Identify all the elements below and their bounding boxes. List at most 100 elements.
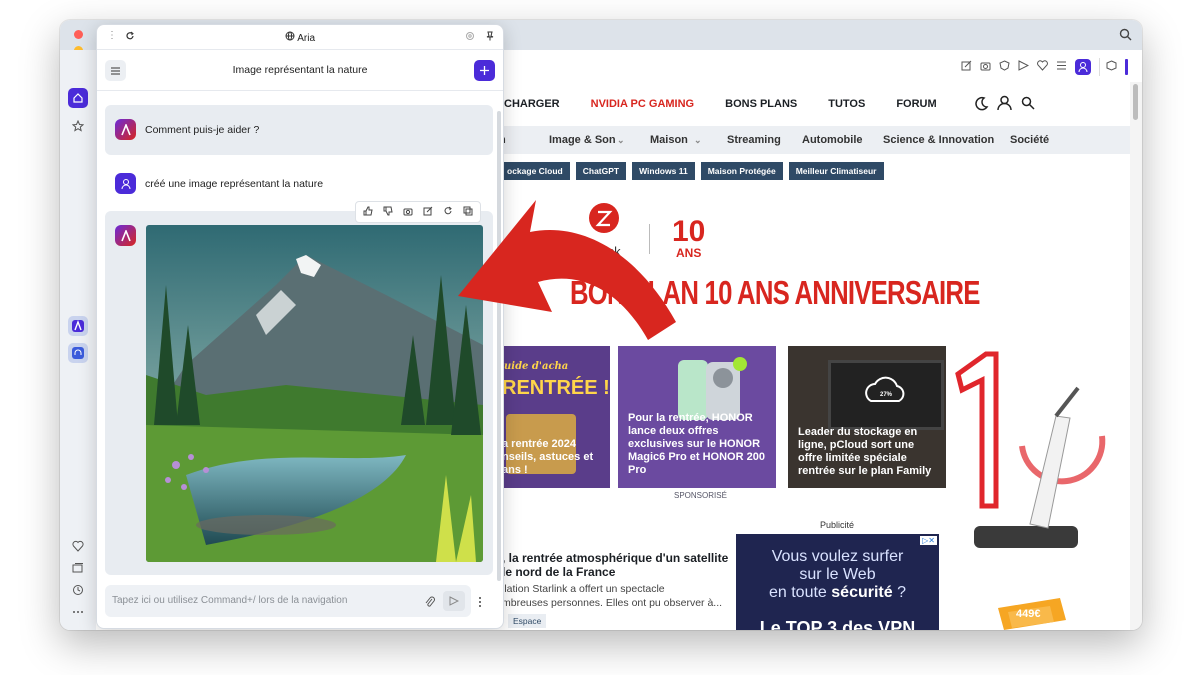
ad-line-1: Vous voulez surfer [771, 548, 904, 565]
chat-input[interactable]: Tapez ici ou utilisez Command+/ lors de … [105, 585, 471, 617]
roborock-brand-text: roborock [570, 244, 621, 259]
ten-number: 10 [672, 215, 706, 248]
globe-icon [285, 31, 295, 44]
nav2-item-image-son[interactable]: Image & Son [549, 134, 616, 146]
address-bar-area [500, 50, 1142, 83]
nav2-item-maison[interactable]: Maison [650, 134, 688, 146]
camera-icon[interactable] [403, 203, 413, 221]
generated-nature-image[interactable] [146, 225, 483, 562]
article-card-pcloud[interactable]: 27% Leader du stockage en ligne, pCloud … [788, 346, 946, 488]
heart-icon[interactable] [1037, 58, 1048, 76]
star-icon[interactable] [68, 116, 88, 136]
chat-title: Image représentant la nature [232, 64, 368, 76]
nav2-item-science[interactable]: Science & Innovation [883, 134, 994, 146]
site-search-icon[interactable] [1021, 96, 1035, 113]
search-tabs-icon[interactable] [1119, 28, 1132, 46]
extensions-cube-icon[interactable] [1099, 58, 1117, 76]
article-title-line-1: , la rentrée atmosphérique d'un satellit… [502, 551, 729, 565]
browser-sidebar [60, 50, 96, 630]
ad-line-3-text: en toute [768, 584, 827, 601]
dark-mode-moon-icon[interactable] [974, 96, 989, 114]
cloud-percent: 27% [880, 392, 893, 398]
thumbs-up-icon[interactable] [363, 203, 373, 221]
headphones-icon[interactable] [68, 343, 88, 363]
tag-maison-protegee[interactable]: Maison Protégée [700, 162, 783, 180]
aria-sidebar-icon[interactable] [68, 316, 88, 336]
article-title-line-2: le nord de la France [502, 565, 616, 579]
aria-top-bar: ⋮ Aria [97, 25, 503, 50]
roborock-logo[interactable]: roborock [570, 198, 650, 268]
send-button[interactable] [443, 591, 465, 611]
article-card-honor[interactable]: Pour la rentrée, HONOR lance deux offres… [618, 346, 776, 488]
vpn-ad[interactable]: ▷✕ Vous voulez surfer sur le Web en tout… [736, 534, 939, 630]
aria-chat-header: Image représentant la nature [97, 50, 503, 91]
new-chat-button[interactable] [474, 60, 495, 81]
nav-item-nvidia[interactable]: NVIDIA PC GAMING [591, 98, 695, 110]
aria-panel: ⋮ Aria Image représentant la nature Comm… [96, 24, 504, 629]
primary-nav: CHARGER NVIDIA PC GAMING BONS PLANS TUTO… [500, 82, 1130, 126]
card-honor-text: Pour la rentrée, HONOR lance deux offres… [628, 412, 765, 476]
article-tag-espace[interactable]: Espace [508, 614, 547, 628]
more-dots-icon[interactable] [68, 602, 88, 622]
ad-line-3: en toute sécurité ? [736, 584, 939, 602]
nav2-item-automobile[interactable]: Automobile [802, 134, 863, 146]
more-options-icon[interactable] [478, 595, 482, 613]
aria-scrollbar[interactable] [497, 111, 501, 581]
tag-list: ockage Cloud ChatGPT Windows 11 Maison P… [500, 162, 884, 180]
article-card-rentree[interactable]: uide d'acha RENTRÉE ! a rentrée 2024 nse… [500, 346, 610, 488]
price-ticket[interactable]: 449€ [994, 596, 1074, 630]
sidebar-accent-bar [1125, 59, 1128, 75]
ad-choices-icon[interactable]: ▷✕ [920, 536, 937, 545]
nav-item-tutos[interactable]: TUTOS [828, 98, 865, 110]
close-window-button[interactable] [74, 30, 83, 39]
tag-stockage-cloud[interactable]: ockage Cloud [500, 162, 570, 180]
nav2-item-societe[interactable]: Société [1010, 134, 1049, 146]
article-excerpt-line-2: mbreuses personnes. Elles ont pu observe… [502, 597, 723, 609]
card-rentree-heading: RENTRÉE ! [502, 377, 610, 399]
ad-banner: Le TOP 3 des VPN [759, 618, 916, 630]
promo-headline[interactable]: BON PLAN 10 ANS ANNIVERSAIRE [570, 274, 980, 312]
tabs-icon[interactable] [68, 558, 88, 578]
user-avatar-icon [115, 173, 136, 194]
settings-icon[interactable] [465, 31, 475, 44]
tag-windows-11[interactable]: Windows 11 [632, 162, 695, 180]
account-icon[interactable] [997, 95, 1012, 114]
page-scrollbar[interactable] [1130, 82, 1142, 630]
aria-avatar-icon [115, 119, 136, 140]
shield-icon[interactable] [999, 58, 1010, 76]
nav2-item-streaming[interactable]: Streaming [727, 134, 781, 146]
card-guide-label: uide d'acha [504, 361, 569, 372]
tag-chatgpt[interactable]: ChatGPT [575, 162, 627, 180]
history-clock-icon[interactable] [68, 580, 88, 600]
assistant-image-response [105, 201, 493, 575]
article-title[interactable]: , la rentrée atmosphérique d'un satellit… [502, 551, 728, 579]
pin-icon[interactable] [485, 31, 495, 44]
browser-window: CHARGER NVIDIA PC GAMING BONS PLANS TUTO… [60, 20, 1142, 630]
nav-item-forum[interactable]: FORUM [896, 98, 936, 110]
article-excerpt-line-1: llation Starlink a offert un spectacle [502, 583, 665, 595]
regenerate-icon[interactable] [443, 203, 453, 221]
scroll-thumb[interactable] [1133, 84, 1138, 120]
thumbs-down-icon[interactable] [383, 203, 393, 221]
copy-icon[interactable] [463, 203, 473, 221]
home-icon[interactable] [68, 88, 88, 108]
tag-meilleur-climatiseur[interactable]: Meilleur Climatiseur [788, 162, 884, 180]
send-icon[interactable] [1018, 58, 1030, 76]
roborock-10-illustration[interactable] [952, 346, 1130, 566]
nav-item-bons-plans[interactable]: BONS PLANS [725, 98, 797, 110]
heart-sidebar-icon[interactable] [68, 536, 88, 556]
menu-lines-icon[interactable] [1056, 58, 1067, 76]
profile-icon[interactable] [1075, 59, 1091, 75]
promo-divider [649, 224, 650, 254]
assistant-greeting: Comment puis-je aider ? [105, 105, 493, 155]
edit-icon[interactable] [423, 203, 433, 221]
attach-paperclip-icon[interactable] [425, 595, 435, 613]
edit-icon[interactable] [961, 58, 972, 76]
secondary-nav: n Image & Son ⌄ Maison ⌄ Streaming Autom… [500, 126, 1130, 154]
nav-item-charger[interactable]: CHARGER [504, 98, 560, 110]
cloud-icon: 27% [865, 376, 905, 402]
aria-avatar-icon [115, 225, 136, 246]
sponsored-label: SPONSORISÉ [674, 491, 727, 500]
price-value: 449€ [1016, 608, 1041, 620]
camera-icon[interactable] [980, 58, 991, 76]
